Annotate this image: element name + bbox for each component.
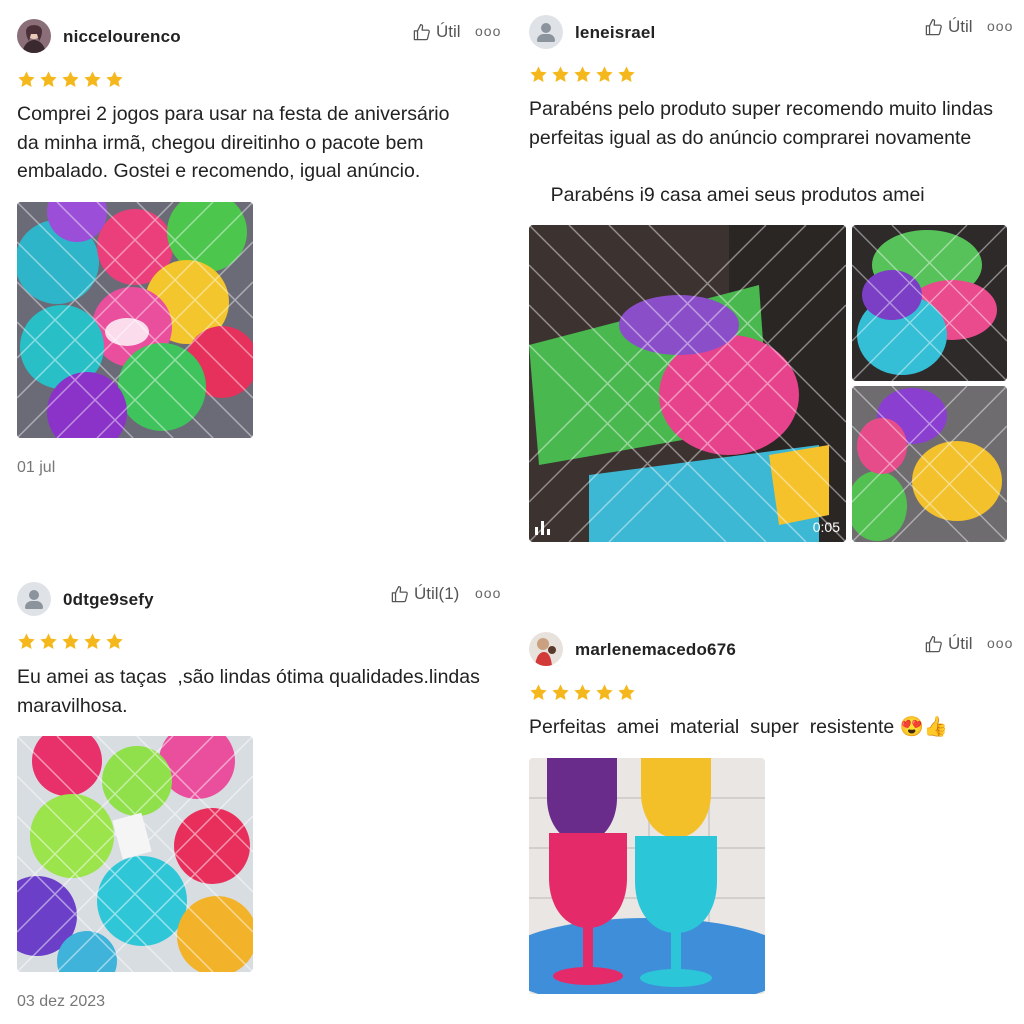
username[interactable]: leneisrael	[575, 23, 655, 43]
star-rating	[529, 683, 636, 702]
thumbs-up-icon	[924, 635, 943, 654]
star-icon	[105, 70, 124, 89]
star-icon	[573, 683, 592, 702]
star-rating	[17, 632, 124, 651]
useful-button[interactable]: Útil	[924, 634, 973, 654]
review-photo[interactable]	[529, 758, 765, 994]
username[interactable]: niccelourenco	[63, 27, 181, 47]
star-icon	[17, 632, 36, 651]
user-avatar[interactable]	[17, 19, 51, 53]
star-icon	[83, 632, 102, 651]
star-rating	[17, 70, 124, 89]
review-photo[interactable]	[17, 736, 253, 972]
star-icon	[595, 683, 614, 702]
user-avatar[interactable]	[529, 632, 563, 666]
review-date: 01 jul	[17, 459, 56, 476]
star-icon	[39, 70, 58, 89]
default-avatar-icon[interactable]	[17, 582, 51, 616]
useful-label: Útil	[948, 634, 973, 653]
useful-label: Útil	[948, 17, 973, 36]
thumbs-up-icon	[390, 585, 409, 604]
review-photo[interactable]	[852, 386, 1007, 542]
star-icon	[595, 65, 614, 84]
username[interactable]: 0dtge9sefy	[63, 590, 154, 610]
review-video[interactable]: 0:05	[529, 225, 846, 542]
star-rating	[529, 65, 636, 84]
default-avatar-icon[interactable]	[529, 15, 563, 49]
video-duration: 0:05	[812, 519, 840, 535]
review-card: niccelourenco Útil ooo Comprei 2 jogos p…	[17, 16, 501, 486]
useful-button[interactable]: Útil(1)	[390, 584, 459, 604]
review-card: leneisrael Útil ooo Parabéns pelo produt…	[529, 12, 1013, 552]
review-text: Perfeitas amei material super resistente…	[529, 716, 949, 738]
column-divider	[512, 0, 513, 1024]
star-icon	[105, 632, 124, 651]
video-indicator-icon	[535, 521, 550, 535]
review-card: marlenemacedo676 Útil ooo Perfeitas amei…	[529, 629, 1013, 999]
star-icon	[617, 683, 636, 702]
review-photo[interactable]	[852, 225, 1007, 381]
star-icon	[39, 632, 58, 651]
star-icon	[617, 65, 636, 84]
star-icon	[551, 65, 570, 84]
useful-label: Útil	[436, 22, 461, 41]
star-icon	[551, 683, 570, 702]
more-options-button[interactable]: ooo	[475, 23, 501, 39]
review-text: Comprei 2 jogos para usar na festa de an…	[17, 103, 450, 182]
thumbs-up-icon	[924, 18, 943, 37]
star-icon	[573, 65, 592, 84]
review-card: 0dtge9sefy Útil(1) ooo Eu amei as taças …	[17, 579, 501, 1019]
star-icon	[529, 683, 548, 702]
more-options-button[interactable]: ooo	[987, 635, 1013, 651]
useful-button[interactable]: Útil	[924, 17, 973, 37]
review-photo[interactable]	[17, 202, 253, 438]
review-text: Parabéns pelo produto super recomendo mu…	[529, 98, 993, 206]
review-date: 03 dez 2023	[17, 993, 106, 1010]
more-options-button[interactable]: ooo	[475, 585, 501, 601]
star-icon	[61, 70, 80, 89]
username[interactable]: marlenemacedo676	[575, 640, 736, 660]
star-icon	[61, 632, 80, 651]
useful-button[interactable]: Útil	[412, 22, 461, 42]
thumbs-up-icon	[412, 23, 431, 42]
star-icon	[17, 70, 36, 89]
review-text: Eu amei as taças ,são lindas ótima quali…	[17, 666, 480, 717]
star-icon	[529, 65, 548, 84]
more-options-button[interactable]: ooo	[987, 18, 1013, 34]
useful-label: Útil(1)	[414, 584, 460, 603]
star-icon	[83, 70, 102, 89]
